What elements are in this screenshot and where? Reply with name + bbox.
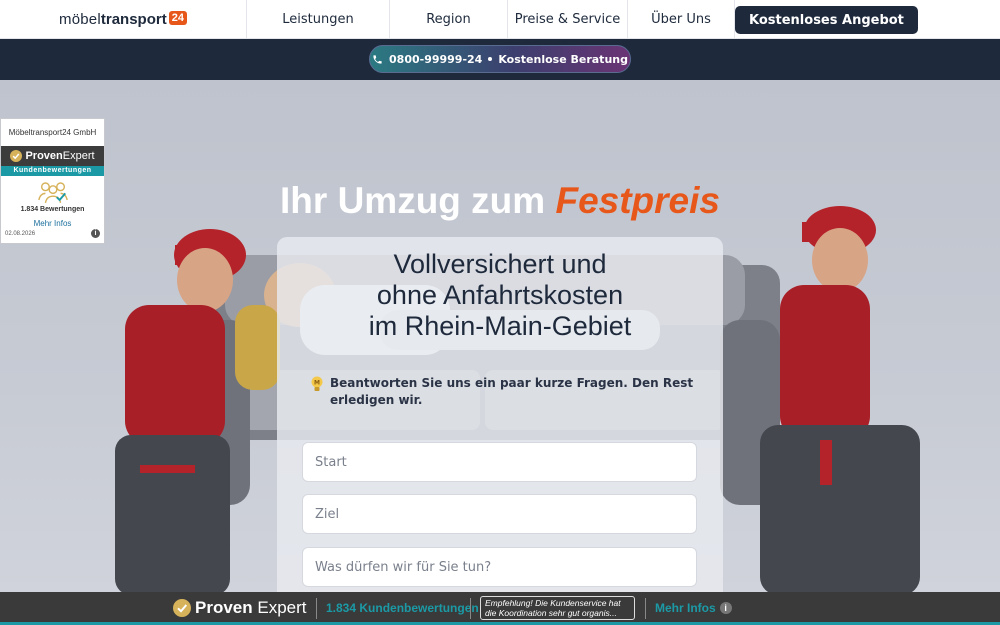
nav-item-leistungen[interactable]: Leistungen — [247, 0, 390, 38]
quote-form-card: Vollversichert und ohne Anfahrtskosten i… — [277, 237, 723, 592]
pe-quote-line-2: die Koordination sehr gut organis... — [485, 608, 617, 618]
pe-bar-divider — [316, 598, 317, 619]
pe-kunden-label: Kundenbewertungen — [1, 166, 104, 176]
pe-brand-bar: ProvenExpert — [1, 146, 104, 166]
svg-text:M: M — [314, 380, 320, 387]
site-logo[interactable]: möbel transport 24 — [0, 0, 247, 38]
pe-bar-review-count[interactable]: 1.834 Kundenbewertungen — [326, 601, 479, 615]
proven-expert-widget[interactable]: Möbeltransport24 GmbH ProvenExpert Kunde… — [0, 118, 105, 244]
pe-bar-more-label: Mehr Infos — [655, 601, 716, 615]
pe-bar-divider — [470, 598, 471, 619]
logo-text-light: möbel — [59, 10, 101, 28]
pe-bar-brand-light: Expert — [257, 598, 307, 617]
lightbulb-icon: M — [311, 376, 323, 391]
service-select-input[interactable]: Was dürfen wir für Sie tun? — [302, 547, 697, 587]
form-heading-line-1: Vollversichert und — [393, 249, 607, 279]
destination-address-input[interactable]: Ziel — [302, 494, 697, 534]
start-placeholder: Start — [315, 454, 347, 470]
info-icon: i — [719, 602, 732, 614]
nav-item-preise-service[interactable]: Preise & Service — [508, 0, 628, 38]
top-navigation: möbel transport 24 Leistungen Region Preis… — [0, 0, 1000, 39]
pe-bar-brand-bold: Proven — [195, 598, 253, 617]
destination-placeholder: Ziel — [315, 506, 340, 522]
form-hint-text: Beantworten Sie uns ein paar kurze Frage… — [330, 376, 694, 407]
contact-bar: 0800-99999-24 Kostenlose Beratung — [0, 39, 1000, 80]
start-address-input[interactable]: Start — [302, 442, 697, 482]
consultation-label: Kostenlose Beratung — [498, 52, 628, 66]
hero-title-accent: Festpreis — [555, 180, 720, 221]
separator-dot — [488, 57, 493, 61]
info-icon[interactable]: i — [91, 229, 100, 238]
free-quote-button[interactable]: Kostenloses Angebot — [735, 6, 918, 34]
phone-number: 0800-99999-24 — [389, 52, 483, 66]
form-hint: M Beantworten Sie uns ein paar kurze Fra… — [310, 375, 700, 409]
logo-text-bold: transport — [100, 10, 167, 28]
nav-item-region[interactable]: Region — [390, 0, 508, 38]
pe-quote-line-1: Empfehlung! Die Kundenservice hat — [485, 598, 621, 608]
pe-group-icon-wrap — [1, 176, 104, 206]
service-placeholder: Was dürfen wir für Sie tun? — [315, 559, 492, 575]
form-heading-line-2: ohne Anfahrtskosten — [376, 280, 624, 310]
hero-title: Ihr Umzug zum Festpreis — [0, 180, 1000, 222]
hero-section: Ihr Umzug zum Festpreis Vollversichert u… — [0, 80, 1000, 592]
proven-expert-bottom-bar: Proven Expert 1.834 Kundenbewertungen Em… — [0, 592, 1000, 625]
cta-container: Kostenloses Angebot — [735, 0, 1000, 38]
form-heading-line-3: im Rhein-Main-Gebiet — [368, 311, 632, 341]
pe-footer: 02.08.2026 i — [1, 229, 104, 238]
check-seal-icon — [10, 150, 23, 162]
check-seal-icon — [173, 599, 191, 617]
phone-icon — [373, 54, 382, 64]
phone-consultation-button[interactable]: 0800-99999-24 Kostenlose Beratung — [369, 45, 631, 73]
pe-bar-more-info[interactable]: Mehr Infos i — [655, 601, 732, 615]
nav-item-ueber-uns[interactable]: Über Uns — [628, 0, 735, 38]
form-heading: Vollversichert und ohne Anfahrtskosten i… — [277, 249, 723, 342]
pe-review-count: 1.834 Bewertungen — [20, 206, 85, 213]
people-group-icon — [37, 182, 68, 204]
pe-brand-bold: Proven — [25, 150, 63, 162]
logo-badge: 24 — [168, 11, 187, 25]
pe-date: 02.08.2026 — [5, 230, 36, 237]
pe-more-info-link[interactable]: Mehr Infos — [1, 219, 104, 228]
hero-title-plain: Ihr Umzug zum — [280, 180, 556, 221]
pe-brand-light: Expert — [62, 150, 95, 162]
pe-bar-review-quote[interactable]: Empfehlung! Die Kundenservice hat die Ko… — [480, 596, 635, 620]
pe-bar-divider — [645, 598, 646, 619]
pe-bar-brand[interactable]: Proven Expert — [173, 598, 307, 618]
pe-company-name: Möbeltransport24 GmbH — [8, 128, 97, 137]
